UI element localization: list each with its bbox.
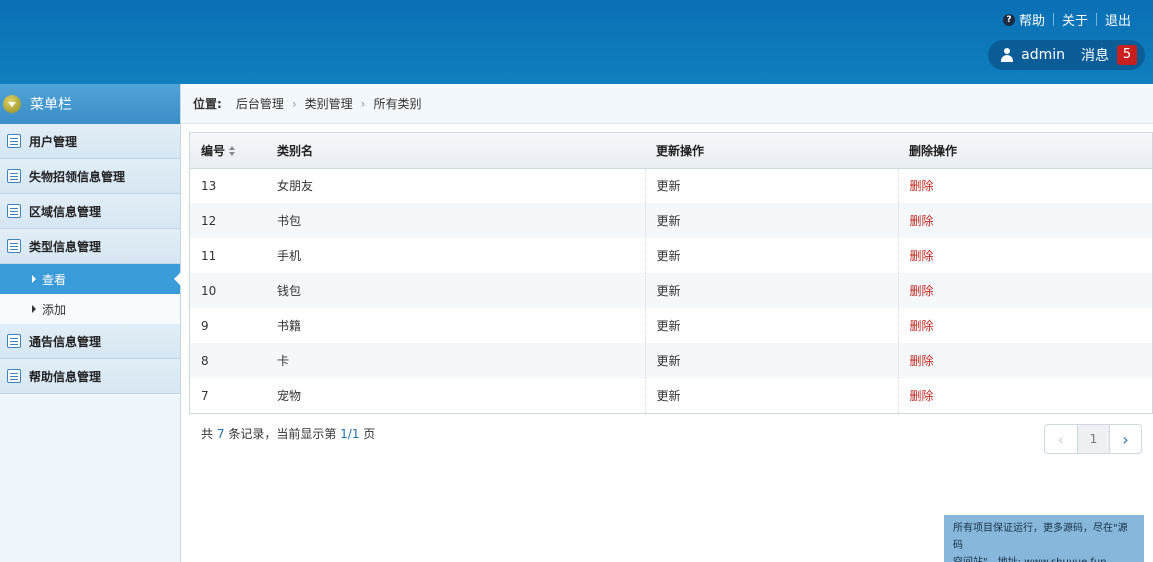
cell-id: 7 — [201, 388, 209, 403]
total-records: 7 — [216, 427, 225, 441]
cell-id: 8 — [190, 343, 266, 378]
sidebar-item-regions[interactable]: 区域信息管理 — [0, 194, 180, 229]
breadcrumb-separator-icon: › — [291, 96, 297, 111]
caret-right-icon — [32, 275, 36, 283]
top-links: ? 帮助 关于 退出 — [995, 10, 1139, 29]
menu-title-label: 菜单栏 — [30, 97, 72, 113]
breadcrumb-item: 所有类别 — [373, 97, 422, 111]
help-link[interactable]: ? 帮助 — [995, 10, 1053, 29]
update-link[interactable]: 更新 — [657, 249, 681, 263]
pagination: ‹ 1 › — [1044, 424, 1142, 454]
category-table: 编号 类别名 更新操作 删除操作 13 女朋友 更新 删除 12 书包 更新 删除 11 手机 更新… — [189, 132, 1153, 414]
user-icon — [1000, 48, 1014, 62]
list-icon — [7, 334, 21, 348]
messages-link[interactable]: 消息 — [1081, 45, 1109, 65]
cell-name: 女朋友 — [277, 179, 314, 194]
list-icon — [7, 134, 21, 148]
breadcrumb-item[interactable]: 类别管理 — [305, 95, 353, 112]
sidebar-subitem-label: 查看 — [42, 272, 67, 287]
update-link[interactable]: 更新 — [657, 214, 681, 228]
cell-id: 9 — [201, 318, 209, 333]
delete-link[interactable]: 删除 — [910, 319, 934, 333]
cell-name: 卡 — [266, 343, 645, 378]
list-icon — [7, 239, 21, 253]
update-link[interactable]: 更新 — [657, 389, 681, 403]
page-indicator: 1/1 — [340, 427, 360, 441]
column-header-delete: 删除操作 — [898, 133, 1152, 169]
logout-link[interactable]: 退出 — [1097, 10, 1139, 29]
table-row: 11 手机 更新 删除 — [190, 238, 1152, 273]
cell-id: 10 — [190, 273, 266, 308]
sort-icon[interactable] — [229, 146, 236, 157]
sidebar-subitem-label: 添加 — [42, 302, 67, 317]
page-button-1[interactable]: 1 — [1077, 425, 1109, 453]
cell-name: 书籍 — [277, 319, 302, 333]
help-icon: ? — [1002, 13, 1015, 26]
next-page-button[interactable]: › — [1109, 425, 1141, 453]
update-link[interactable]: 更新 — [657, 179, 681, 193]
user-info: admin 消息 5 — [988, 40, 1145, 70]
sidebar-item-users[interactable]: 用户管理 — [0, 124, 180, 159]
table-row: 7 宠物 更新 删除 — [190, 378, 1152, 413]
sidebar-item-types[interactable]: 类型信息管理 — [0, 229, 180, 264]
help-label: 帮助 — [1018, 14, 1045, 29]
sidebar-item-label: 用户管理 — [29, 134, 78, 149]
menu-title: 菜单栏 — [0, 84, 180, 124]
update-link[interactable]: 更新 — [657, 319, 681, 333]
delete-link[interactable]: 删除 — [910, 284, 934, 298]
sidebar-item-label: 帮助信息管理 — [29, 369, 102, 384]
sidebar-item-notices[interactable]: 通告信息管理 — [0, 324, 180, 359]
list-icon — [7, 369, 21, 383]
top-header: ? 帮助 关于 退出 admin 消息 5 — [0, 0, 1153, 84]
watermark-notice: 所有项目保证运行，更多源码，尽在"源码 空间站"，地址: www.shuyue.… — [944, 515, 1144, 562]
table-row: 12 书包 更新 删除 — [190, 203, 1152, 238]
table-header-row: 编号 类别名 更新操作 删除操作 — [190, 133, 1152, 169]
sidebar-item-label: 区域信息管理 — [29, 204, 102, 219]
sidebar-item-label: 通告信息管理 — [29, 334, 102, 349]
cell-id: 11 — [201, 248, 217, 263]
delete-link[interactable]: 删除 — [910, 389, 934, 403]
username[interactable]: admin — [1021, 47, 1065, 63]
delete-link[interactable]: 删除 — [910, 179, 934, 193]
sidebar-item-label: 失物招领信息管理 — [29, 169, 126, 184]
sidebar-subitem-view[interactable]: 查看 — [0, 264, 181, 294]
about-link[interactable]: 关于 — [1054, 10, 1096, 29]
cell-name: 宠物 — [277, 389, 302, 403]
column-header-update: 更新操作 — [645, 133, 898, 169]
delete-link[interactable]: 删除 — [910, 249, 934, 263]
table-row: 13 女朋友 更新 删除 — [190, 168, 1152, 203]
list-icon — [7, 169, 21, 183]
sidebar-item-lost-found[interactable]: 失物招领信息管理 — [0, 159, 180, 194]
update-link[interactable]: 更新 — [657, 284, 681, 298]
cell-name: 钱包 — [266, 273, 645, 308]
prev-page-button[interactable]: ‹ — [1045, 425, 1077, 453]
table-row: 8 卡更新 删除 — [190, 343, 1152, 378]
sidebar: 菜单栏 用户管理 失物招领信息管理 区域信息管理 类型信息管理 查看 添加 通告… — [0, 84, 181, 562]
menu-toggle-icon[interactable] — [3, 95, 21, 113]
table-row: 10 钱包 更新 删除 — [190, 273, 1152, 308]
breadcrumb: 位置: 后台管理 › 类别管理 › 所有类别 — [181, 84, 1153, 124]
sidebar-item-label: 类型信息管理 — [29, 239, 102, 254]
delete-link[interactable]: 删除 — [910, 354, 934, 368]
update-link[interactable]: 更新 — [657, 354, 681, 368]
cell-name: 书包 — [266, 203, 645, 238]
cell-id: 12 — [190, 203, 266, 238]
breadcrumb-item[interactable]: 后台管理 — [236, 95, 284, 112]
list-icon — [7, 204, 21, 218]
sidebar-subitem-add[interactable]: 添加 — [0, 294, 180, 324]
cell-id: 13 — [201, 178, 217, 193]
column-header-id[interactable]: 编号 — [190, 133, 266, 169]
record-summary: 共 7 条记录，当前显示第 1/1 页 — [201, 427, 376, 441]
caret-right-icon — [32, 305, 36, 313]
table-row: 9 书籍 更新 删除 — [190, 308, 1152, 343]
breadcrumb-label: 位置: — [193, 97, 222, 111]
cell-name: 手机 — [277, 249, 302, 263]
messages-badge[interactable]: 5 — [1117, 45, 1137, 65]
delete-link[interactable]: 删除 — [910, 214, 934, 228]
column-header-name: 类别名 — [266, 133, 645, 169]
sidebar-item-help[interactable]: 帮助信息管理 — [0, 359, 180, 394]
breadcrumb-separator-icon: › — [360, 96, 366, 111]
